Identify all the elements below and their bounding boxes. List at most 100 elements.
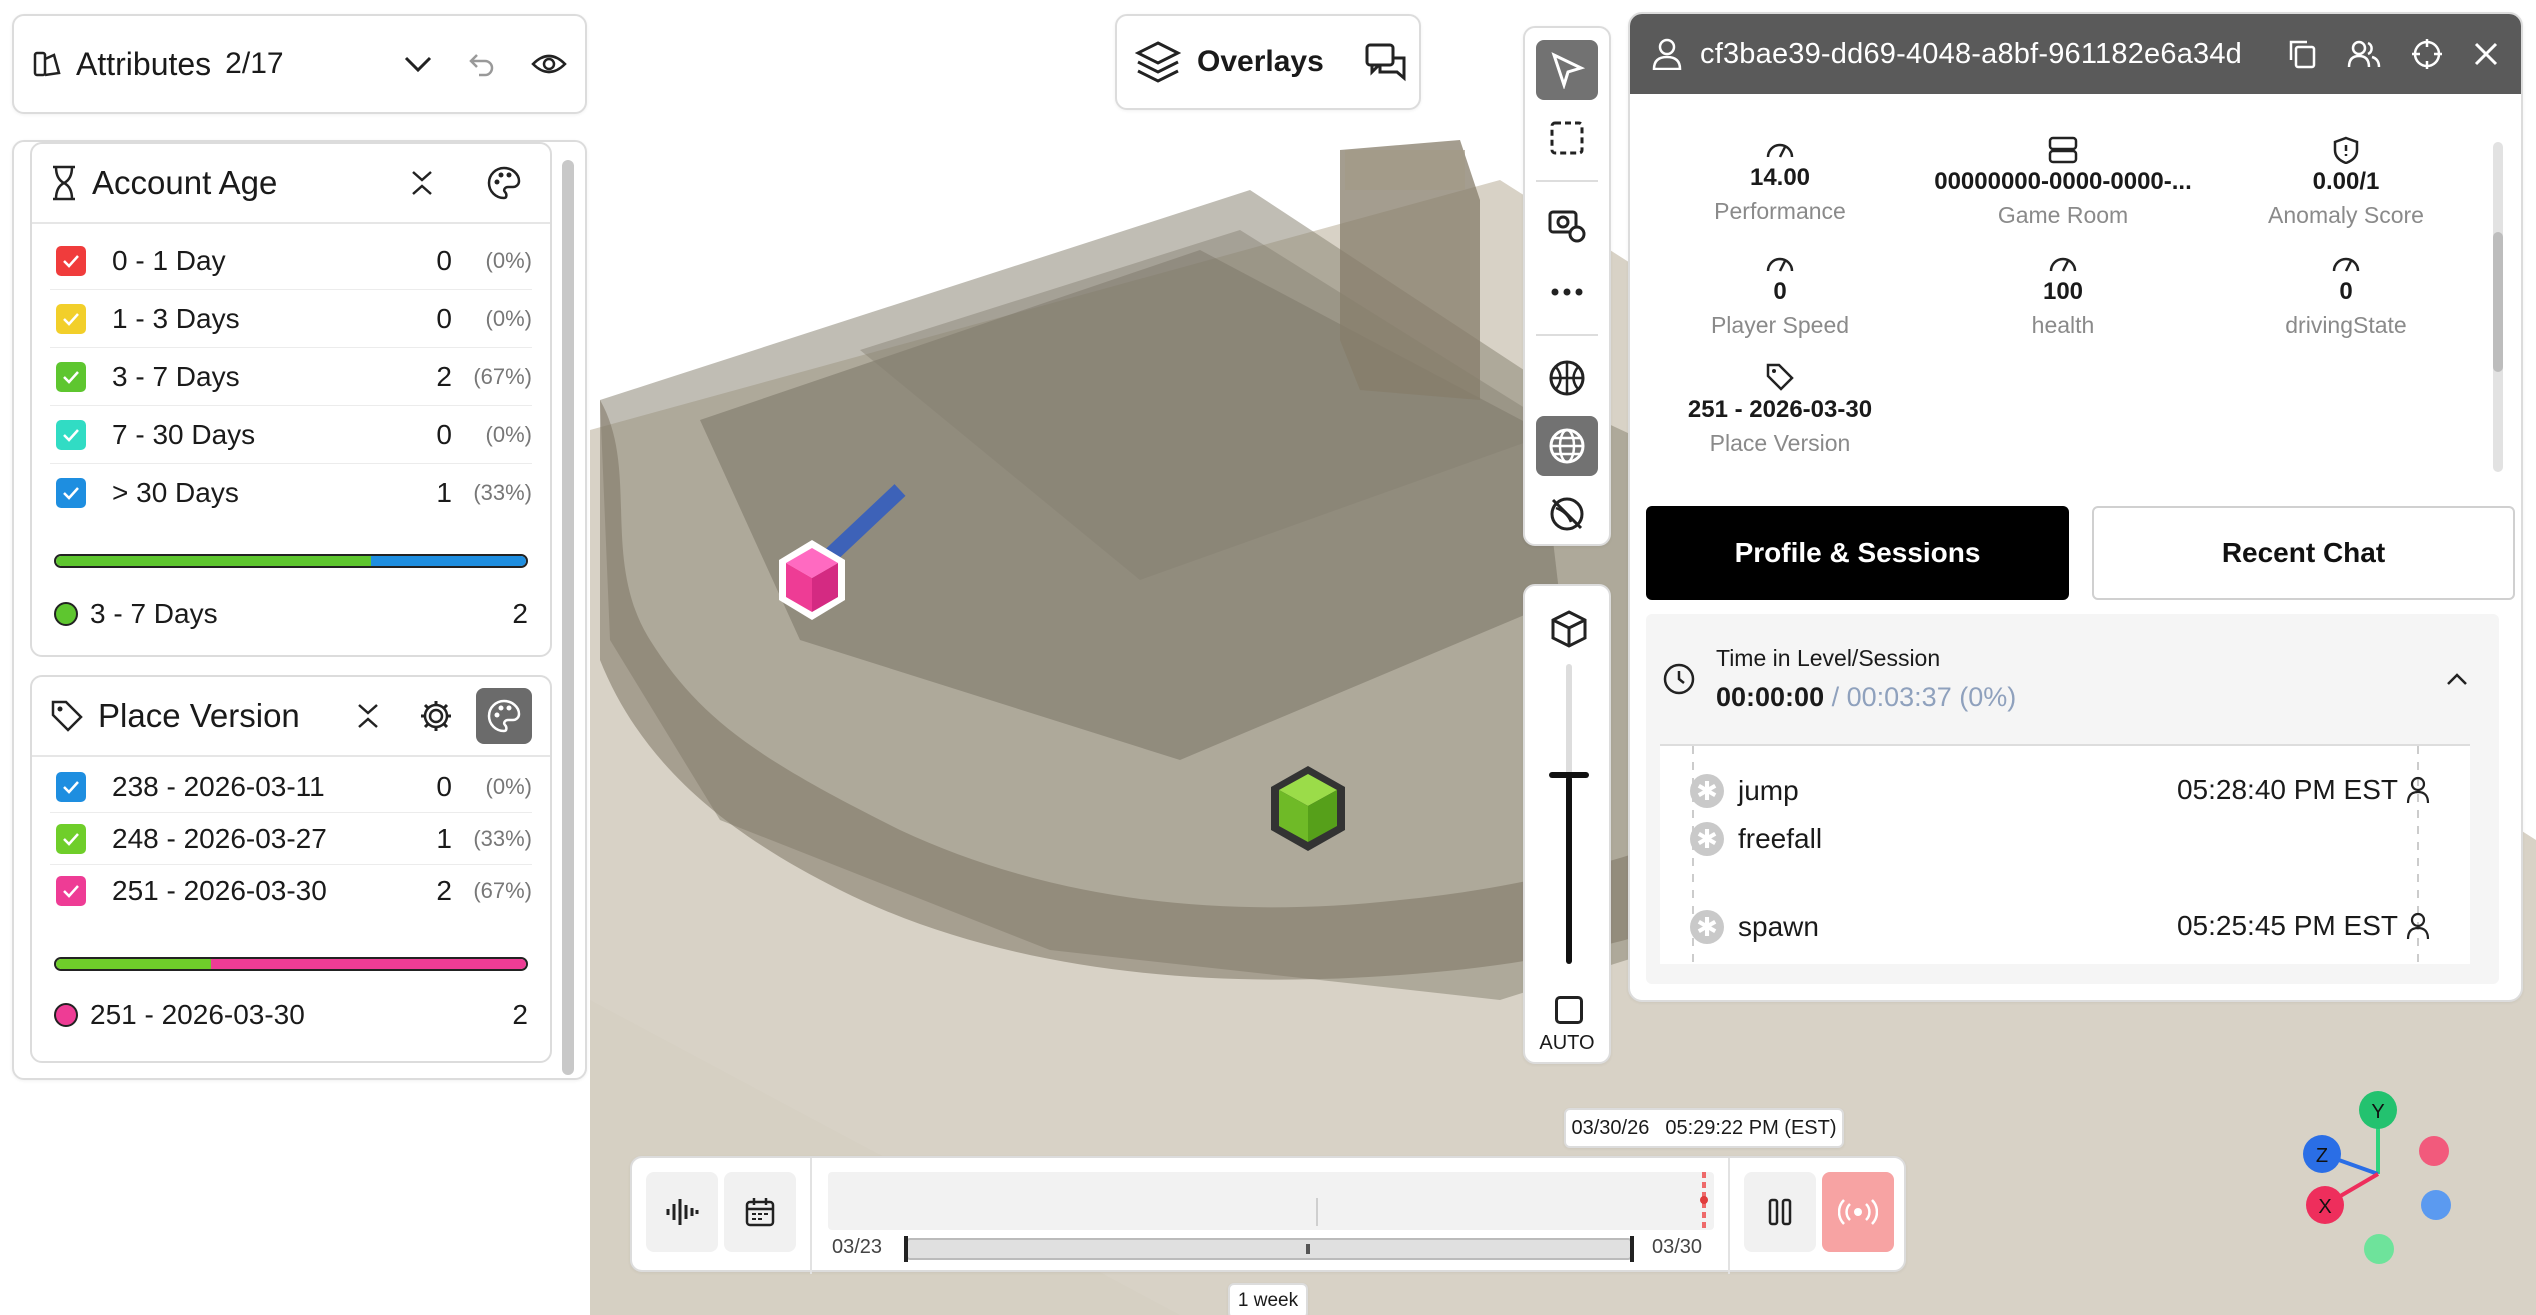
player-header: cf3bae39-dd69-4048-a8bf-961182e6a34d bbox=[1630, 14, 2521, 94]
list-item[interactable]: 238 - 2026-03-11 0 (0%) bbox=[50, 761, 532, 813]
crosshair-icon[interactable] bbox=[2411, 38, 2443, 70]
bar-segment bbox=[370, 556, 526, 566]
stat-health: 100 health bbox=[1913, 250, 2213, 339]
axis-y-label: Y bbox=[2371, 1101, 2384, 1123]
scroll-thumb[interactable] bbox=[2493, 232, 2503, 372]
tooltip-date: 03/30/26 bbox=[1571, 1116, 1650, 1139]
basketball-icon[interactable] bbox=[1536, 348, 1598, 408]
timeline-header[interactable]: Time in Level/Session 00:00:00 / 00:03:3… bbox=[1646, 614, 2499, 744]
more-options-icon[interactable] bbox=[1536, 262, 1598, 322]
chat-icon[interactable] bbox=[1364, 42, 1408, 82]
event-time: 05:25:45 PM EST bbox=[2176, 910, 2398, 941]
list-item[interactable]: 251 - 2026-03-30 2 (67%) bbox=[50, 865, 532, 917]
auto-checkbox[interactable] bbox=[1555, 996, 1583, 1024]
bar-segment bbox=[211, 959, 526, 969]
account-age-title: Account Age bbox=[92, 164, 278, 201]
palette-icon[interactable] bbox=[476, 155, 532, 211]
range-selector[interactable] bbox=[904, 1236, 1634, 1262]
tool-panel bbox=[1523, 26, 1611, 546]
gauge-icon bbox=[2049, 257, 2077, 272]
tooltip-time: 05:29:22 PM (EST) bbox=[1665, 1116, 1837, 1139]
list-item[interactable]: 3 - 7 Days 2 (67%) bbox=[50, 348, 532, 406]
server-icon bbox=[2048, 136, 2078, 164]
timeline-title: Time in Level/Session bbox=[1716, 645, 1941, 671]
collapse-icon[interactable] bbox=[340, 688, 396, 744]
range-end-date: 03/30 bbox=[1652, 1236, 1703, 1258]
list-item[interactable]: 0 - 1 Day 0 (0%) bbox=[50, 232, 532, 290]
checkbox-checked-icon[interactable] bbox=[56, 823, 86, 854]
tag-icon bbox=[1766, 363, 1794, 391]
attributes-title: Attributes bbox=[76, 45, 212, 82]
waveform-icon[interactable] bbox=[646, 1172, 718, 1252]
checkbox-checked-icon[interactable] bbox=[56, 361, 86, 392]
timeline-track[interactable] bbox=[828, 1172, 1714, 1230]
gauge-icon bbox=[2332, 257, 2360, 272]
checkbox-checked-icon[interactable] bbox=[56, 876, 86, 906]
event-item[interactable]: ✱ spawn bbox=[1690, 910, 1819, 944]
globe-off-icon[interactable] bbox=[1536, 484, 1598, 544]
bar-segment bbox=[56, 556, 371, 566]
color-dot bbox=[54, 602, 78, 626]
user-icon[interactable] bbox=[2406, 776, 2430, 804]
event-item[interactable]: ✱ freefall bbox=[1690, 822, 1822, 856]
layers-icon bbox=[1135, 40, 1181, 84]
collapse-icon[interactable] bbox=[394, 155, 450, 211]
playback-bar: 03/23 03/30 bbox=[630, 1156, 1906, 1274]
chevron-up-icon[interactable] bbox=[2445, 671, 2469, 687]
axis-z-label: Z bbox=[2316, 1145, 2328, 1167]
marquee-select-icon[interactable] bbox=[1536, 108, 1598, 168]
attributes-count: 2/17 bbox=[225, 47, 284, 80]
axis-x-label: X bbox=[2318, 1196, 2331, 1218]
tab-recent-chat[interactable]: Recent Chat bbox=[2092, 506, 2515, 600]
chevron-down-icon[interactable] bbox=[403, 54, 433, 74]
pause-icon[interactable] bbox=[1744, 1172, 1816, 1252]
gauge-icon bbox=[1766, 257, 1794, 272]
close-icon[interactable] bbox=[2473, 38, 2499, 70]
stat-place-version: 251 - 2026-03-30 Place Version bbox=[1630, 362, 1930, 457]
select-pointer-icon[interactable] bbox=[1536, 40, 1598, 101]
account-age-card: Account Age 0 - 1 Day 0 (0%) 1 - 3 Days … bbox=[30, 142, 552, 657]
event-time: 05:28:40 PM EST bbox=[2176, 774, 2398, 805]
eye-icon[interactable] bbox=[531, 52, 567, 76]
overlays-button[interactable]: Overlays bbox=[1115, 14, 1421, 110]
range-handle-right[interactable] bbox=[1630, 1236, 1634, 1262]
palette-icon[interactable] bbox=[476, 688, 532, 744]
live-broadcast-icon[interactable] bbox=[1822, 1172, 1894, 1252]
copy-icon[interactable] bbox=[2287, 38, 2317, 70]
place-version-card: Place Version 238 - 2026-03-11 0 (0%) 24… bbox=[30, 675, 552, 1063]
checkbox-checked-icon[interactable] bbox=[56, 419, 86, 450]
hourglass-icon bbox=[50, 165, 78, 201]
clock-icon bbox=[1662, 662, 1696, 696]
list-item[interactable]: 248 - 2026-03-27 1 (33%) bbox=[50, 813, 532, 865]
range-grip[interactable] bbox=[1306, 1244, 1310, 1254]
user-icon[interactable] bbox=[2406, 912, 2430, 940]
checkbox-checked-icon[interactable] bbox=[56, 303, 86, 334]
selected-value: 251 - 2026-03-30 2 bbox=[54, 999, 528, 1031]
cube-icon[interactable] bbox=[1538, 598, 1600, 660]
gear-icon[interactable] bbox=[408, 688, 464, 744]
divider bbox=[1536, 334, 1598, 336]
checkbox-checked-icon[interactable] bbox=[56, 245, 86, 276]
attributes-icon bbox=[32, 49, 62, 79]
slider-fill bbox=[1566, 776, 1572, 964]
checkbox-checked-icon[interactable] bbox=[56, 771, 86, 802]
range-handle-left[interactable] bbox=[904, 1236, 908, 1262]
slider-handle[interactable] bbox=[1549, 772, 1589, 778]
user-icon bbox=[1652, 38, 1682, 70]
place-version-title: Place Version bbox=[98, 697, 300, 734]
checkbox-checked-icon[interactable] bbox=[56, 478, 86, 508]
list-item[interactable]: 7 - 30 Days 0 (0%) bbox=[50, 406, 532, 464]
event-item[interactable]: ✱ jump bbox=[1690, 774, 1799, 808]
tab-profile-sessions[interactable]: Profile & Sessions bbox=[1646, 506, 2069, 600]
camera-settings-icon[interactable] bbox=[1536, 194, 1598, 254]
globe-icon[interactable] bbox=[1536, 415, 1598, 476]
calendar-icon[interactable] bbox=[724, 1172, 796, 1252]
list-item[interactable]: 1 - 3 Days 0 (0%) bbox=[50, 290, 532, 348]
asterisk-icon: ✱ bbox=[1690, 774, 1724, 808]
distribution-bar bbox=[54, 957, 528, 971]
stats-scrollbar[interactable] bbox=[2493, 142, 2503, 472]
undo-icon[interactable] bbox=[467, 49, 497, 79]
list-item[interactable]: > 30 Days 1 (33%) bbox=[50, 464, 532, 522]
users-icon[interactable] bbox=[2347, 38, 2381, 70]
attributes-scrollbar[interactable] bbox=[562, 160, 574, 1075]
